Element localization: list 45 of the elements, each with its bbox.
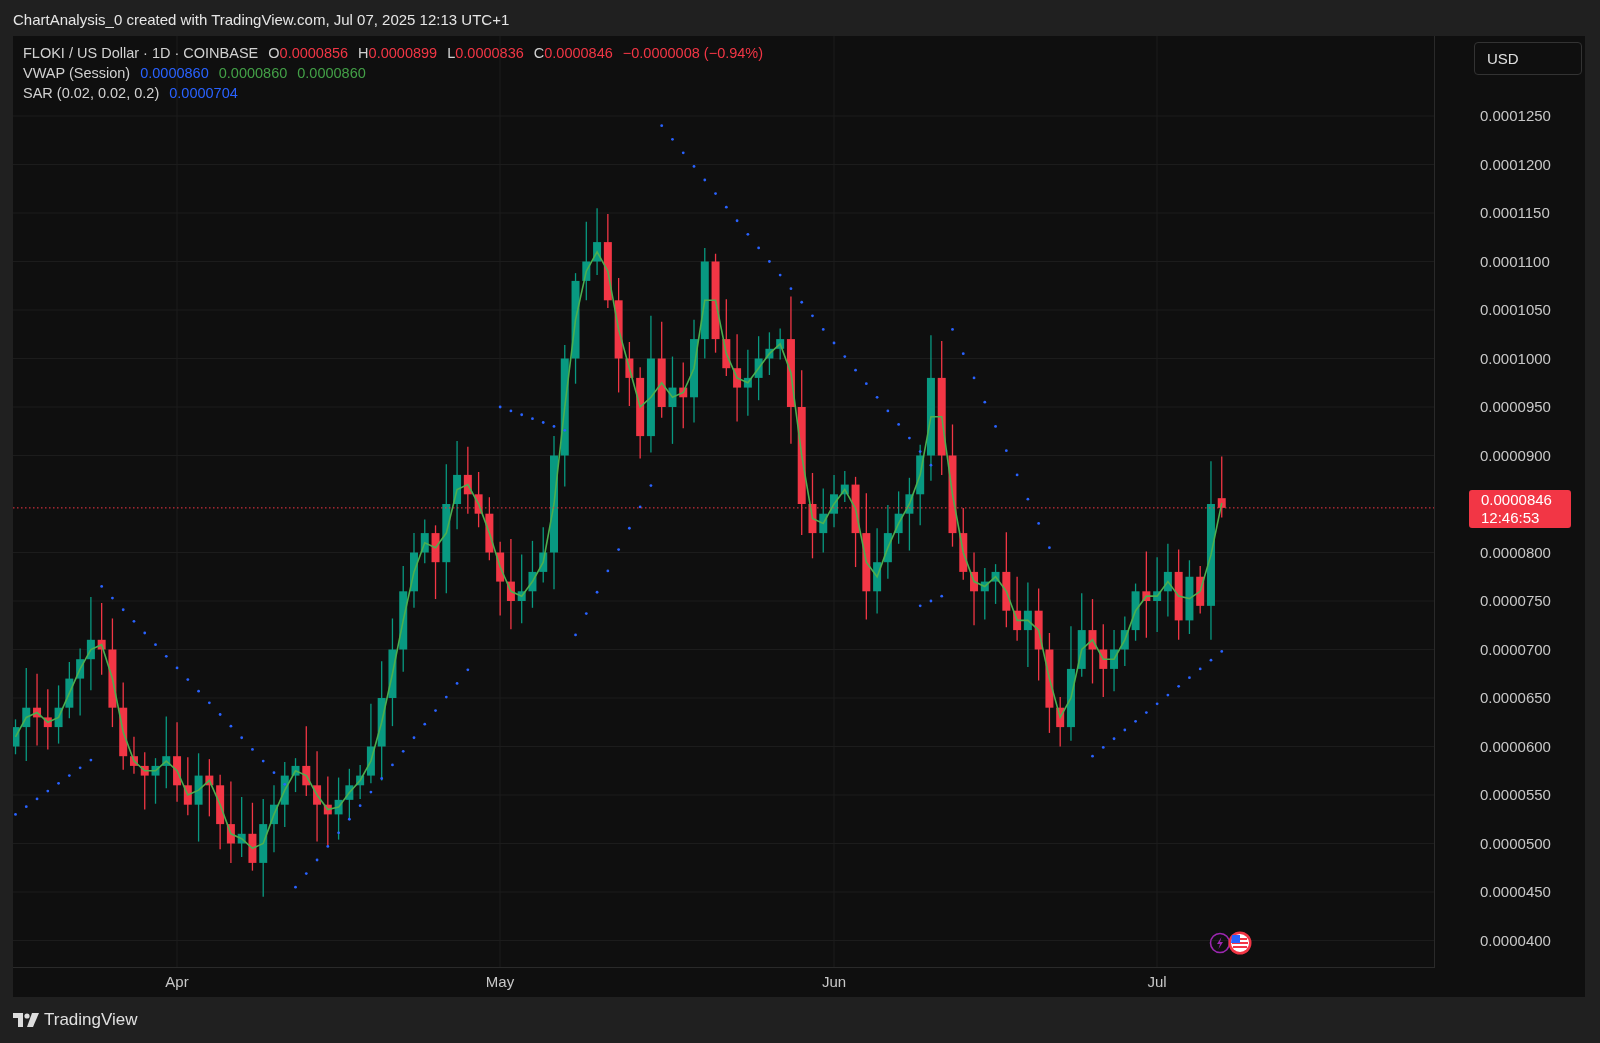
- indicator-value: 0.0000860: [140, 65, 209, 81]
- price-label: 0.0000450: [1480, 883, 1551, 900]
- price-label: 0.0000750: [1480, 592, 1551, 609]
- last-price-value: 0.0000846: [1481, 490, 1553, 509]
- currency-button[interactable]: USD: [1474, 42, 1582, 75]
- date-label: Jul: [1147, 973, 1167, 990]
- ohlc-value: 0.0000899: [368, 45, 438, 61]
- logo-text: TradingView: [44, 1010, 138, 1030]
- date-label: Jun: [821, 973, 847, 990]
- ohlc-label: L: [447, 45, 456, 61]
- logo-icon: [13, 1013, 39, 1027]
- indicator-name: VWAP (Session): [23, 65, 131, 81]
- indicator-value: 0.0000860: [218, 65, 288, 81]
- date-label: May: [485, 973, 515, 990]
- indicator-name: SAR (0.02, 0.02, 0.2): [23, 85, 160, 101]
- countdown-timer: 12:46:53: [1481, 508, 1541, 527]
- price-label: 0.0000650: [1480, 689, 1551, 706]
- price-label: 0.0001100: [1480, 252, 1550, 270]
- symbol-label: FLOKI / US Dollar · 1D · COINBASE: [23, 45, 259, 61]
- price-label: 0.0000550: [1480, 786, 1551, 803]
- price-label: 0.0001000: [1480, 349, 1551, 367]
- flag-icon[interactable]: [1227, 930, 1253, 956]
- date-label: Apr: [165, 973, 189, 990]
- ohlc-value: 0.0000856: [279, 45, 349, 61]
- price-label: 0.0001250: [1480, 107, 1551, 124]
- lightning-icon[interactable]: [1209, 932, 1231, 954]
- price-label: 0.0000400: [1480, 931, 1551, 949]
- price-label: 0.0001150: [1480, 204, 1550, 221]
- change-value: −0.0000008 (−0.94%): [622, 45, 764, 61]
- price-label: 0.0000500: [1480, 834, 1551, 852]
- ohlc-label: H: [358, 45, 369, 61]
- price-label: 0.0000950: [1480, 398, 1551, 415]
- indicator-value: 0.0000704: [169, 85, 238, 101]
- ohlc-label: O: [268, 45, 280, 61]
- price-label: 0.0001200: [1480, 155, 1551, 173]
- price-label: 0.0000900: [1480, 446, 1551, 464]
- indicator-value: 0.0000860: [297, 65, 366, 81]
- chart-title: ChartAnalysis_0 created with TradingView.com, Jul 07, 2025 12:13 UTC+1: [12, 10, 511, 30]
- price-label: 0.0000800: [1480, 543, 1551, 561]
- ohlc-value: 0.0000836: [455, 45, 524, 61]
- ohlc-value: 0.0000846: [544, 45, 613, 61]
- ohlc-label: C: [533, 45, 545, 61]
- price-label: 0.0000600: [1480, 737, 1551, 755]
- price-label: 0.0000700: [1480, 640, 1551, 658]
- price-label: 0.0001050: [1480, 301, 1551, 318]
